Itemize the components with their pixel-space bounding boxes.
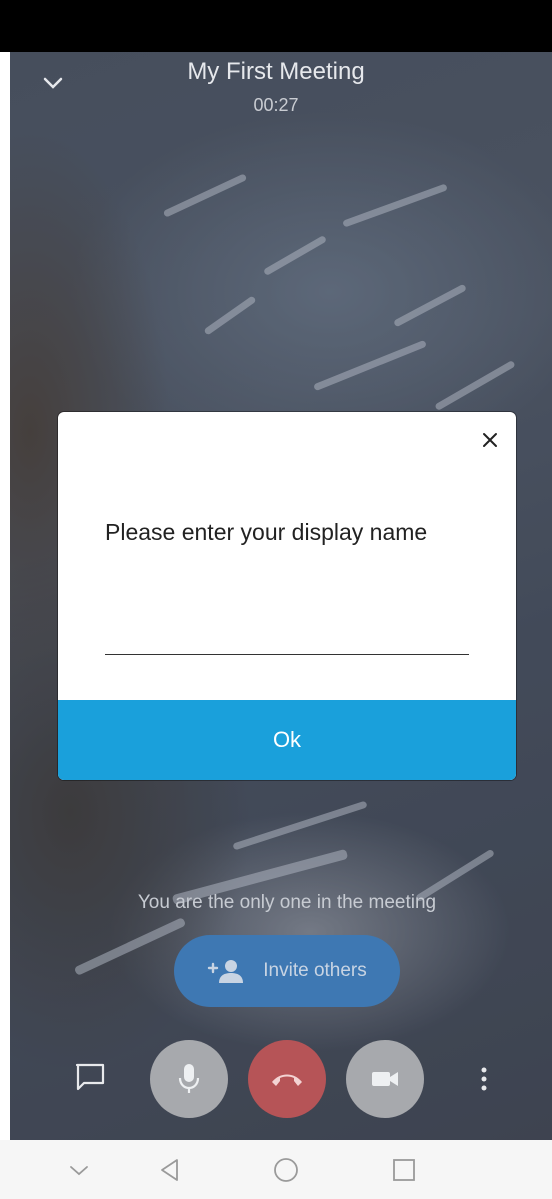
dialog-prompt: Please enter your display name: [105, 519, 428, 545]
hangup-icon: [272, 1074, 302, 1086]
invite-others-label: Invite others: [263, 960, 367, 981]
camera-button[interactable]: [346, 1040, 424, 1118]
ok-button[interactable]: Ok: [58, 700, 516, 780]
display-name-input[interactable]: [105, 610, 469, 655]
ok-button-label: Ok: [272, 727, 302, 752]
status-bar: [0, 0, 552, 52]
screen-edge: [0, 52, 10, 1140]
status-message: You are the only one in the meeting: [137, 892, 437, 913]
home-icon[interactable]: [271, 1155, 301, 1185]
close-icon[interactable]: [480, 430, 500, 450]
hangup-button[interactable]: [248, 1040, 326, 1118]
meeting-title: My First Meeting: [187, 58, 365, 85]
more-vertical-icon[interactable]: [474, 1064, 494, 1094]
display-name-dialog: Please enter your display name Ok: [58, 412, 516, 780]
back-icon[interactable]: [155, 1155, 185, 1185]
system-navigation-bar: [0, 1140, 552, 1199]
camera-icon: [372, 1072, 398, 1086]
add-person-icon: [208, 960, 244, 983]
chevron-down-icon[interactable]: [64, 1155, 94, 1185]
chat-icon[interactable]: [75, 1063, 105, 1091]
microphone-button[interactable]: [150, 1040, 228, 1118]
meeting-timer: 00:27: [253, 95, 299, 115]
microphone-icon: [178, 1064, 200, 1093]
recents-icon[interactable]: [389, 1155, 419, 1185]
invite-others-button[interactable]: Invite others: [174, 935, 400, 1007]
